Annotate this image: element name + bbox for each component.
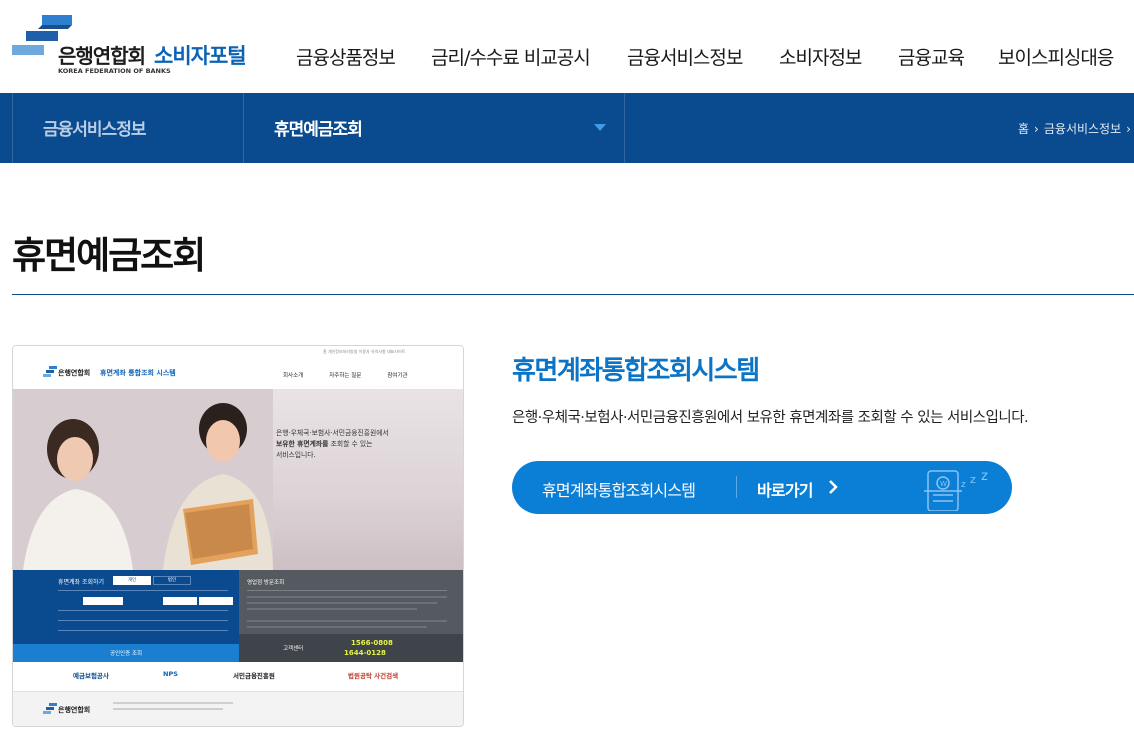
thumb-visit-title: 영업점 방문조회 [247,580,285,586]
nav-item-services[interactable]: 금융서비스정보 [627,43,779,70]
chevron-down-icon [594,124,606,131]
logo-text: 은행연합회 [58,44,146,68]
divider [58,620,228,621]
thumb-logo-icon [43,366,57,377]
hero-text-line: 은행·우체국·보험사·서민금융진흥원에서 [276,429,389,437]
main-nav: 금융상품정보 금리/수수료 비교공시 금융서비스정보 소비자정보 금융교육 보이… [296,43,1128,70]
chevron-right-icon: › [1034,121,1039,136]
hero-text-line: 보유한 휴면계좌를 조회할 수 있는 [276,439,426,450]
nav-item-products[interactable]: 금융상품정보 [296,43,431,70]
text-placeholder [247,620,447,622]
text-placeholder [113,708,223,710]
divider [247,590,447,591]
page-title: 휴면예금조회 [12,234,206,277]
sub-navigation: 금융서비스정보 휴면예금조회 홈 › 금융서비스정보 › [0,93,1134,163]
thumb-cert-label: 공인인증 조회 [109,651,143,657]
svg-text:W: W [940,480,947,488]
thumb-menu-item: 회사소개 [283,373,304,379]
thumb-partner-kdic: 예금보험공사 [73,672,109,680]
chevron-right-icon: › [1126,121,1131,136]
thumb-cs-phone: 1644-0128 [344,649,386,657]
system-description: 은행·우체국·보험사·서민금융진흥원에서 보유한 휴면계좌를 조회할 수 있는 … [512,410,1029,426]
portal-name[interactable]: 소비자포털 [154,40,247,70]
thumb-partners: 예금보험공사 NPS 서민금융진흥원 법원공탁 사건검색 [13,662,463,692]
divider [58,630,228,631]
thumb-customer-center: 고객센터 1566-0808 1644-0128 [239,634,463,662]
thumb-menu: 회사소개 자주하는 질문 참여기관 [283,371,408,379]
hero-text-line: 서비스입니다. [276,451,316,459]
thumb-cs-label: 고객센터 [283,646,304,652]
chevron-right-icon [829,480,838,494]
thumb-menu-item: 참여기관 [387,373,408,379]
thumb-footer-logo: 은행연합회 [58,706,91,714]
subnav-current-label: 휴면예금조회 [274,120,363,140]
thumb-lookup-title: 휴면계좌 조회하기 [58,579,105,586]
nav-item-rates[interactable]: 금리/수수료 비교공시 [431,43,627,70]
thumb-hero-text: 은행·우체국·보험사·서민금융진흥원에서 보유한 휴면계좌를 조회할 수 있는 … [276,428,426,461]
thumb-tab-personal: 개인 [113,576,151,585]
subnav-section-label: 금융서비스정보 [43,120,146,140]
site-header: 은행연합회 KOREA FEDERATION OF BANKS 소비자포털 금융… [0,0,1134,93]
thumb-partner-nps: NPS [163,670,178,678]
thumb-partner-court: 법원공탁 사건검색 [348,672,399,680]
thumb-cert-button: 공인인증 조회 [13,644,239,662]
hero-people-illustration [13,389,273,570]
thumb-partner-kinfa: 서민금융진흥원 [233,672,275,680]
breadcrumb-section[interactable]: 금융서비스정보 [1044,120,1121,137]
subnav-current-dropdown[interactable]: 휴면예금조회 [243,93,624,163]
nav-item-consumer[interactable]: 소비자정보 [779,43,898,70]
nav-item-phishing[interactable]: 보이스피싱대응 [998,43,1128,70]
button-system-name: 휴면계좌통합조회시스템 [542,481,696,500]
thumb-top-links: 홈 개인정보처리방침 이용자 유의사항 대표사이트 [323,349,406,354]
nav-item-education[interactable]: 금융교육 [898,43,998,70]
thumb-tab-corp: 법인 [153,576,191,585]
thumb-input [199,597,233,605]
breadcrumb-area: 홈 › 금융서비스정보 › [624,93,1134,163]
text-placeholder [247,596,447,598]
svg-text:z: z [970,473,976,486]
hero-text-rest: 조회할 수 있는 [328,440,373,448]
hero-text-bold: 보유한 휴면계좌를 [276,440,329,448]
thumb-cs-phone: 1566-0808 [351,639,393,647]
divider [58,590,228,591]
button-go-label: 바로가기 [757,481,813,500]
system-title: 휴면계좌통합조회시스템 [512,356,760,386]
sleeping-account-icon: W z z z [924,469,988,511]
text-placeholder [247,602,437,604]
site-logo[interactable]: 은행연합회 KOREA FEDERATION OF BANKS 소비자포털 [12,15,262,77]
divider [736,476,737,498]
thumb-menu-item: 자주하는 질문 [329,373,362,379]
divider [12,294,1134,295]
thumb-hero: 은행·우체국·보험사·서민금융진흥원에서 보유한 휴면계좌를 조회할 수 있는 … [13,389,463,570]
thumb-footer: 은행연합회 [13,692,463,726]
thumb-footer-logo-icon [43,703,57,714]
svg-text:z: z [981,469,988,484]
thumb-header: 홈 개인정보처리방침 이용자 유의사항 대표사이트 은행연합회 휴면계좌 통합조… [13,346,463,389]
breadcrumb-home[interactable]: 홈 [1018,120,1029,137]
text-placeholder [247,608,417,610]
subnav-section[interactable]: 금융서비스정보 [12,93,243,163]
breadcrumb: 홈 › 금융서비스정보 › [1018,120,1131,137]
thumb-input [163,597,197,605]
system-screenshot-thumbnail: 홈 개인정보처리방침 이용자 유의사항 대표사이트 은행연합회 휴면계좌 통합조… [12,345,464,727]
text-placeholder [113,702,233,704]
svg-text:z: z [961,480,966,490]
thumb-input [83,597,123,605]
thumb-system-name: 휴면계좌 통합조회 시스템 [100,369,176,377]
go-to-system-button[interactable]: 휴면계좌통합조회시스템 바로가기 W z z z [512,461,1012,514]
text-placeholder [247,626,427,628]
thumb-logo: 은행연합회 [58,369,91,377]
divider [58,610,228,611]
